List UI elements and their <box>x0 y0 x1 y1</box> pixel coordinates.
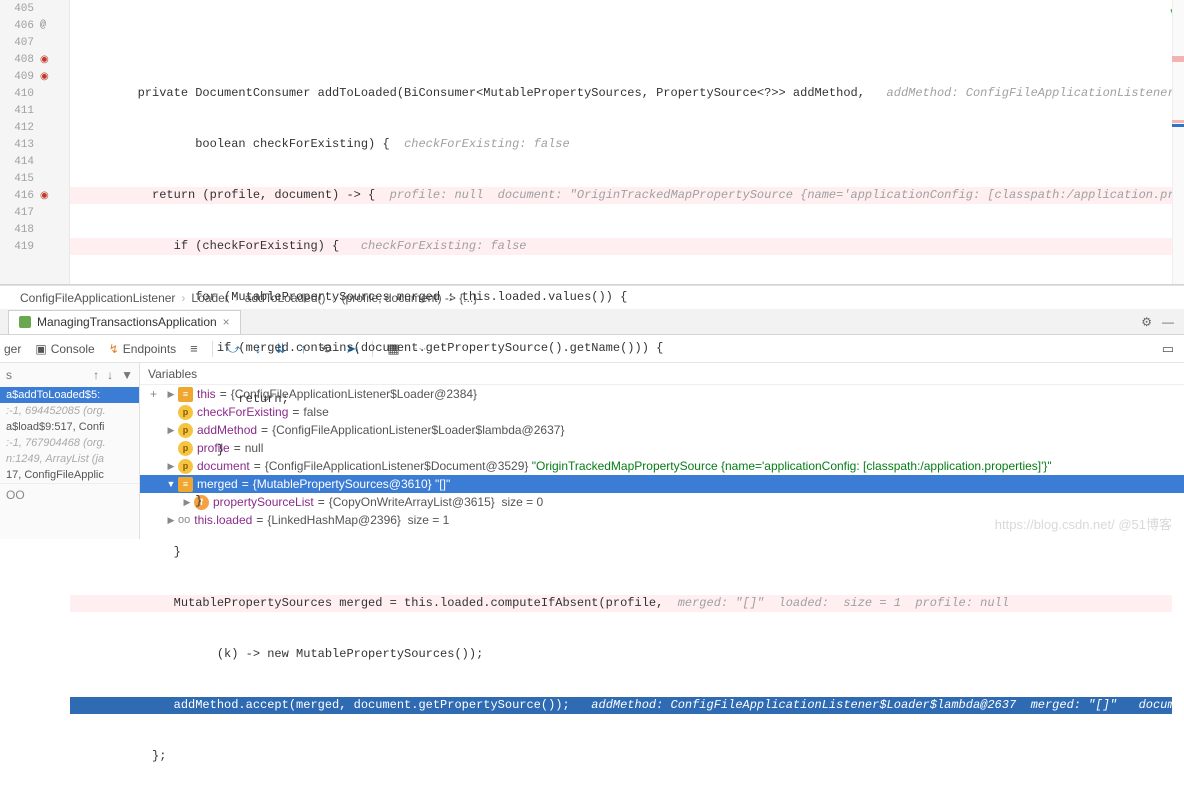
at-sign: @ <box>40 20 56 31</box>
line-number: 415 <box>6 173 34 185</box>
code-text: (k) -> new MutablePropertySources()); <box>80 647 483 661</box>
breakpoint-icon[interactable]: ◉ <box>40 71 56 83</box>
code-text: boolean checkForExisting) { <box>80 137 404 151</box>
line-number: 406 <box>6 20 34 32</box>
breakpoint-icon[interactable]: ◉ <box>40 190 56 202</box>
inline-hint: addMethod: ConfigFileApplicationListener… <box>865 86 1172 100</box>
inline-hint: merged: "[]" loaded: size = 1 profile: n… <box>663 596 1009 610</box>
code-text: if (checkForExisting) { <box>80 239 361 253</box>
line-number: 409 <box>6 71 34 83</box>
code-text: return; <box>80 392 289 406</box>
inline-hint: checkForExisting: false <box>404 137 570 151</box>
code-text: if (merged.contains(document.getProperty… <box>80 341 663 355</box>
line-number: 407 <box>6 37 34 49</box>
code-text: return (profile, document) -> { <box>80 188 390 202</box>
console-icon: ▣ <box>35 342 46 356</box>
line-number: 405 <box>6 3 34 15</box>
line-number: 411 <box>6 105 34 117</box>
code-text: } <box>80 545 181 559</box>
code-text: MutablePropertySources merged = this.loa… <box>80 596 663 610</box>
frames-title: s <box>6 368 12 382</box>
code-editor[interactable]: ✔ 405 406@ 407 408◉ 409◉ 410 411 412 413… <box>0 0 1184 285</box>
inline-hint: profile: null document: "OriginTrackedMa… <box>390 188 1172 202</box>
code-text: }; <box>80 749 166 763</box>
code-text: private DocumentConsumer addToLoaded(BiC… <box>80 86 865 100</box>
code-area[interactable]: private DocumentConsumer addToLoaded(BiC… <box>70 0 1172 799</box>
line-number: 417 <box>6 207 34 219</box>
line-number: 412 <box>6 122 34 134</box>
line-number: 416 <box>6 190 34 202</box>
line-number: 414 <box>6 156 34 168</box>
inline-hint: addMethod: ConfigFileApplicationListener… <box>570 698 1172 712</box>
breakpoint-icon[interactable]: ◉ <box>40 54 56 66</box>
minimap[interactable] <box>1172 0 1184 284</box>
spring-boot-icon <box>19 316 31 328</box>
line-number: 413 <box>6 139 34 151</box>
gutter[interactable]: 405 406 @ 407 408 ◉ 409 ◉ 410 411 412 413 4… <box>0 0 70 284</box>
glasses-icon[interactable]: OO <box>6 488 25 502</box>
code-text: } <box>80 443 224 457</box>
tab-debugger[interactable]: ger <box>4 342 21 356</box>
code-text: for (MutablePropertySources merged : thi… <box>80 290 627 304</box>
line-number: 408 <box>6 54 34 66</box>
inline-hint: checkForExisting: false <box>361 239 527 253</box>
line-number: 410 <box>6 88 34 100</box>
code-text: } <box>80 494 202 508</box>
line-number: 419 <box>6 241 34 253</box>
code-text: addMethod.accept(merged, document.getPro… <box>80 698 570 712</box>
line-number: 418 <box>6 224 34 236</box>
